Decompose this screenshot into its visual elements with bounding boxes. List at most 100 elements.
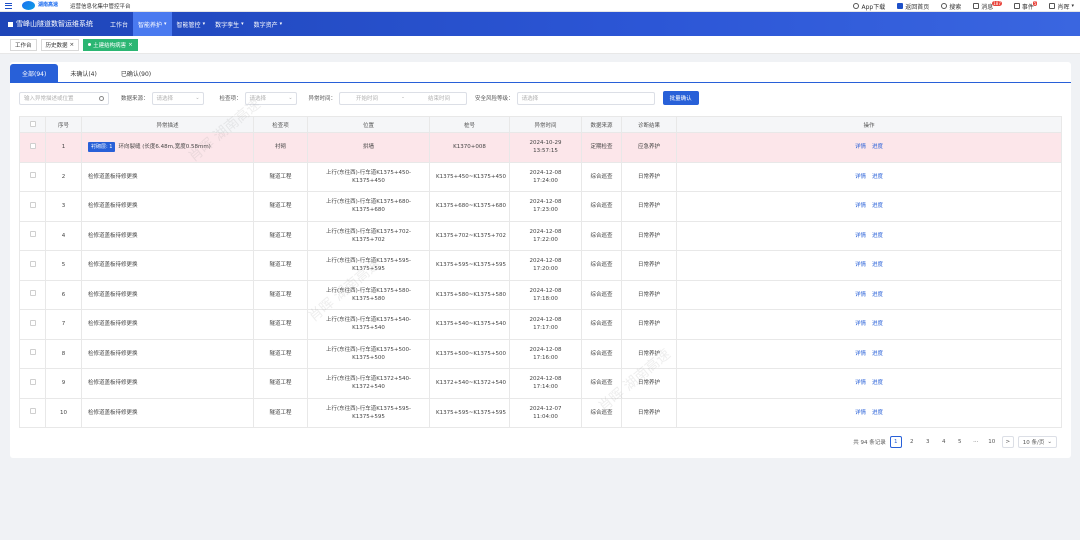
progress-link[interactable]: 进度 xyxy=(872,203,883,209)
cell-position: 上行(东往西)-行车道K1375+450-K1375+450 xyxy=(307,161,430,192)
progress-link[interactable]: 进度 xyxy=(872,233,883,239)
close-icon[interactable]: × xyxy=(128,42,133,48)
nav-item-twin[interactable]: 数字孪生 ▾ xyxy=(210,12,249,36)
detail-link[interactable]: 详情 xyxy=(855,262,866,268)
menu-toggle-icon[interactable] xyxy=(0,0,14,12)
col-header-actions: 操作 xyxy=(676,116,1062,133)
progress-link[interactable]: 进度 xyxy=(872,351,883,357)
pagination: 共 94 条记录 1 2 3 4 5 ··· 10 > 10 条/页 ⌄ xyxy=(853,436,1057,448)
app-download-link[interactable]: App下载 xyxy=(853,2,885,11)
tab-confirmed[interactable]: 已确认(90) xyxy=(109,64,163,82)
table-row: 6 检修道盖板待修更换 隧道工程 上行(东往西)-行车道K1375+580-K1375… xyxy=(19,279,1062,310)
detail-link[interactable]: 详情 xyxy=(855,174,866,180)
next-page-button[interactable]: > xyxy=(1001,436,1014,448)
avatar xyxy=(1049,3,1056,9)
cell-position: 上行(东往西)-行车道K1375+540-K1375+540 xyxy=(307,309,430,340)
risk-select[interactable]: 请选择 xyxy=(516,91,655,105)
source-select[interactable]: 请选择 ⌄ xyxy=(151,91,204,105)
progress-link[interactable]: 进度 xyxy=(872,292,883,298)
page-tab-structure-defects[interactable]: 土建结构病害 × xyxy=(83,38,138,51)
progress-link[interactable]: 进度 xyxy=(872,144,883,150)
progress-link[interactable]: 进度 xyxy=(872,174,883,180)
time-separator: - xyxy=(402,95,405,101)
search-link[interactable]: 搜索 xyxy=(941,2,961,11)
detail-link[interactable]: 详情 xyxy=(855,380,866,386)
main-nav: 雪峰山隧道数智运维系统 工作台 智能养护 ▾ 智能管控 ▾ 数字孪生 ▾ 数字资产 ▾ xyxy=(0,12,1080,36)
detail-link[interactable]: 详情 xyxy=(855,321,866,327)
row-checkbox[interactable] xyxy=(19,250,46,281)
progress-link[interactable]: 进度 xyxy=(872,410,883,416)
page-1[interactable]: 1 xyxy=(889,436,902,448)
batch-confirm-button[interactable]: 批量确认 xyxy=(662,91,699,105)
home-link[interactable]: 返回首页 xyxy=(897,2,929,11)
cell-check: 隧道工程 xyxy=(253,220,308,251)
page-5[interactable]: 5 xyxy=(953,436,966,448)
cell-result: 日常养护 xyxy=(621,161,677,192)
time-range-picker[interactable]: 开始时间 - 结束时间 xyxy=(339,91,468,105)
download-icon xyxy=(853,3,860,9)
row-checkbox[interactable] xyxy=(19,191,46,222)
row-checkbox[interactable] xyxy=(19,368,46,399)
cell-position: 拱墙 xyxy=(307,132,430,163)
row-checkbox[interactable] xyxy=(19,279,46,310)
page-size-select[interactable]: 10 条/页 ⌄ xyxy=(1017,436,1057,448)
tab-all[interactable]: 全部(94) xyxy=(10,64,59,82)
user-menu[interactable]: 肖晖 ▾ xyxy=(1049,2,1074,11)
row-checkbox[interactable] xyxy=(19,220,46,251)
cell-no: 10 xyxy=(45,397,82,428)
cell-check: 衬砌 xyxy=(253,132,308,163)
detail-link[interactable]: 详情 xyxy=(855,203,866,209)
tab-unconfirmed[interactable]: 未确认(4) xyxy=(58,64,109,82)
search-input[interactable]: 输入异常描述或位置 xyxy=(19,91,109,105)
progress-link[interactable]: 进度 xyxy=(872,262,883,268)
cell-no: 7 xyxy=(45,309,82,340)
table-row: 8 检修道盖板待修更换 隧道工程 上行(东往西)-行车道K1375+500-K1375… xyxy=(19,338,1062,369)
risk-label: 安全风险等级： xyxy=(475,96,514,102)
detail-link[interactable]: 详情 xyxy=(855,233,866,239)
page-3[interactable]: 3 xyxy=(921,436,934,448)
nav-item-assets[interactable]: 数字资产 ▾ xyxy=(249,12,288,36)
page-tab-history[interactable]: 历史数据 × xyxy=(40,38,80,51)
nav-item-maintenance[interactable]: 智能养护 ▾ xyxy=(133,12,172,36)
cell-source: 综合巡查 xyxy=(581,338,622,369)
todo-link[interactable]: 事件 5 xyxy=(1013,1,1038,11)
select-all-checkbox[interactable] xyxy=(19,116,46,133)
page-2[interactable]: 2 xyxy=(905,436,918,448)
check-select[interactable]: 请选择 ⌄ xyxy=(244,91,297,105)
detail-link[interactable]: 详情 xyxy=(855,351,866,357)
row-checkbox[interactable] xyxy=(19,309,46,340)
row-checkbox[interactable] xyxy=(19,161,46,192)
cell-source: 综合巡查 xyxy=(581,368,622,399)
grid-icon xyxy=(8,21,13,27)
progress-link[interactable]: 进度 xyxy=(872,321,883,327)
detail-link[interactable]: 详情 xyxy=(855,410,866,416)
cell-desc: 检修道盖板待修更换 xyxy=(81,368,254,399)
page-4[interactable]: 4 xyxy=(937,436,950,448)
row-checkbox[interactable] xyxy=(19,397,46,428)
page-tab-workbench[interactable]: 工作台 xyxy=(10,38,37,51)
nav-item-control[interactable]: 智能管控 ▾ xyxy=(172,12,211,36)
cell-desc: 检修道盖板待修更换 xyxy=(81,161,254,192)
logo: 湖南高速 xyxy=(22,1,58,10)
close-icon[interactable]: × xyxy=(70,42,75,48)
row-checkbox[interactable] xyxy=(19,132,46,163)
cell-no: 3 xyxy=(45,191,82,222)
cell-stake: K1375+680~K1375+680 xyxy=(429,191,510,222)
detail-link[interactable]: 详情 xyxy=(855,144,866,150)
cell-desc: 检修道盖板待修更换 xyxy=(81,250,254,281)
table-header-row: 序号 异常描述 检查项 位置 桩号 异常时间 数据来源 诊断结果 操作 xyxy=(19,116,1062,133)
progress-link[interactable]: 进度 xyxy=(872,380,883,386)
nav-item-workbench[interactable]: 工作台 xyxy=(105,12,133,36)
page-ellipsis[interactable]: ··· xyxy=(969,436,982,448)
cell-stake: K1375+595~K1375+595 xyxy=(429,397,510,428)
row-checkbox[interactable] xyxy=(19,338,46,369)
messages-link[interactable]: 消息 187 xyxy=(973,1,1002,11)
cell-check: 隧道工程 xyxy=(253,250,308,281)
page-last[interactable]: 10 xyxy=(985,436,998,448)
time-end: 结束时间 xyxy=(428,96,451,102)
detail-link[interactable]: 详情 xyxy=(855,292,866,298)
cell-actions: 详情 进度 xyxy=(676,191,1062,222)
active-dot-icon xyxy=(88,43,92,46)
time-start: 开始时间 xyxy=(356,96,379,102)
cell-position: 上行(东往西)-行车道K1375+595-K1375+595 xyxy=(307,397,430,428)
